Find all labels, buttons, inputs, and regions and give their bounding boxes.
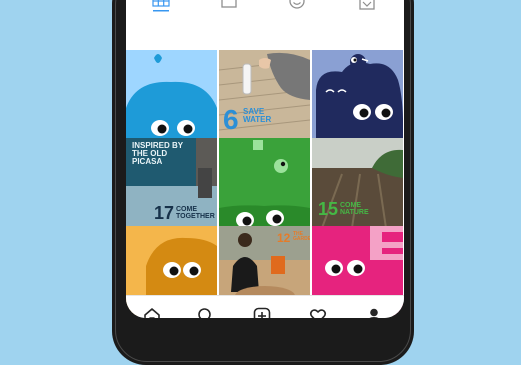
tile-caption: THE GARDEN xyxy=(293,231,310,242)
blue-monster-illustration xyxy=(126,50,217,140)
tagged-icon[interactable] xyxy=(356,0,378,12)
igtv-icon[interactable] xyxy=(218,0,240,12)
post-tile[interactable] xyxy=(219,138,310,228)
navy-monster-illustration xyxy=(312,50,403,140)
smiley-icon[interactable] xyxy=(286,0,308,12)
activity-heart-icon[interactable] xyxy=(306,304,330,318)
search-icon[interactable] xyxy=(194,304,218,318)
tile-big-number: 12 xyxy=(277,231,291,245)
post-tile[interactable] xyxy=(126,50,217,140)
post-tile[interactable]: 15 COME NATURE xyxy=(312,138,403,228)
tile-caption: COME TOGETHER xyxy=(176,206,215,220)
post-tile[interactable] xyxy=(312,50,403,140)
green-monster-illustration xyxy=(219,138,310,228)
tile-poster-text: INSPIRED BY THE OLD PICASA xyxy=(132,141,184,166)
post-tile[interactable]: INSPIRED BY THE OLD PICASA 17 COME TOGET… xyxy=(126,138,217,228)
grid-icon[interactable] xyxy=(150,0,172,12)
tile-big-number: 6 xyxy=(223,104,239,135)
new-post-icon[interactable] xyxy=(250,304,274,318)
bottom-navigation xyxy=(126,295,404,318)
tile-caption: COME NATURE xyxy=(340,202,369,216)
phone-screen: 6 SAVE WATER INSPIRED BY THE OLD PICASA … xyxy=(126,0,404,318)
tile-caption: SAVE WATER xyxy=(243,107,272,124)
tile-big-number: 17 xyxy=(154,203,175,223)
tile-big-number: 15 xyxy=(318,199,339,219)
post-tile[interactable]: 6 SAVE WATER xyxy=(219,50,310,140)
post-grid: 6 SAVE WATER INSPIRED BY THE OLD PICASA … xyxy=(126,50,404,316)
profile-tab-bar xyxy=(126,0,404,20)
home-icon[interactable] xyxy=(140,304,164,318)
profile-icon[interactable] xyxy=(362,304,386,318)
